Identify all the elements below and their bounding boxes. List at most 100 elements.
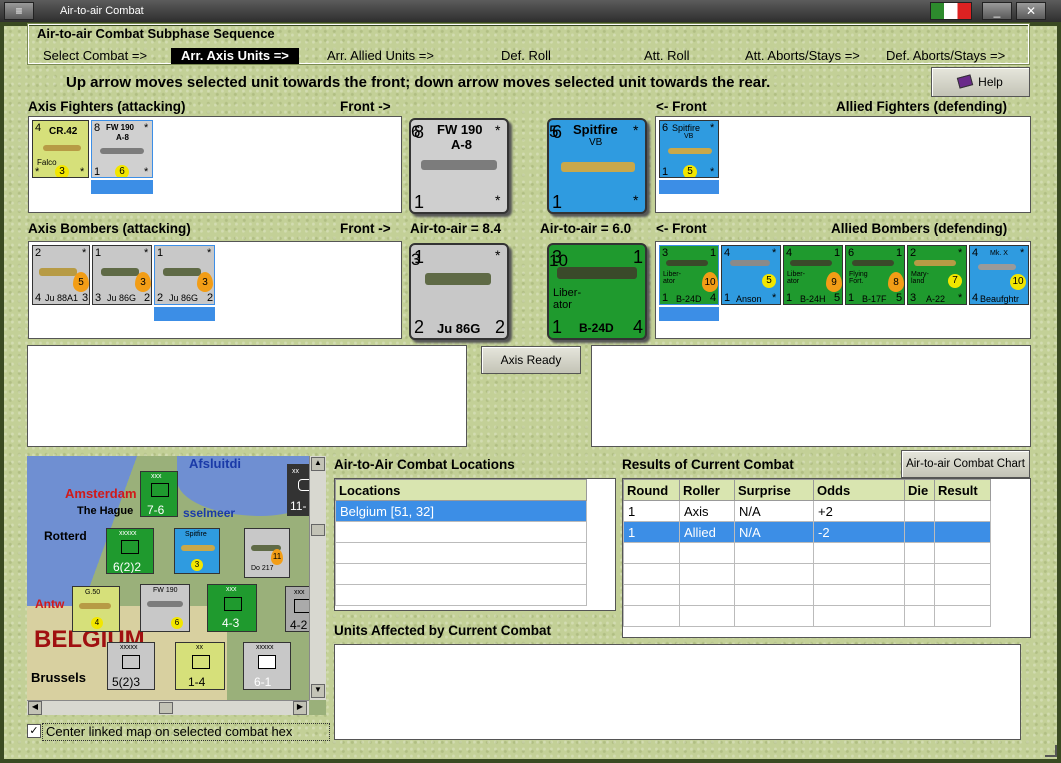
minimize-button[interactable]: _ xyxy=(982,2,1012,20)
unit-counter-selected[interactable]: 8 FW 190 A-8 * 1 6 * xyxy=(91,120,153,178)
map-counter[interactable]: xxx 4-3 xyxy=(207,584,257,632)
map-label: Amsterdam xyxy=(65,486,137,501)
unit-counter[interactable]: 4 1 Liber-ator 9 1 B-24H 5 xyxy=(783,245,843,305)
location-cell[interactable]: Belgium [51, 32] xyxy=(335,500,587,522)
center-map-label[interactable]: Center linked map on selected combat hex xyxy=(42,723,330,741)
map-counter[interactable]: Do 217 11 xyxy=(244,528,290,578)
map-counter[interactable]: xxx 7-6 xyxy=(140,471,178,517)
unit-counter[interactable]: 6 Spitfire VB * 1 5 * xyxy=(659,120,719,178)
table-row[interactable]: 1 Allied N/A -2 xyxy=(623,521,991,543)
table-row[interactable] xyxy=(335,521,587,543)
counter-top-right: 1 xyxy=(834,247,841,259)
axis-bomber-front-counter[interactable]: 1 * 3 2 Ju 86G 2 xyxy=(409,243,509,340)
counter-name: B-24H xyxy=(800,294,826,304)
column-header-die[interactable]: Die xyxy=(904,479,935,501)
map-counter-value: 4 xyxy=(91,617,103,629)
map-label: Brussels xyxy=(31,670,86,685)
counter-top-right: * xyxy=(144,122,149,134)
map-vertical-scrollbar[interactable]: ▲ ▼ xyxy=(309,456,326,700)
map-counter[interactable]: FW 190 6 xyxy=(140,584,190,632)
counter-sub: Mk. X xyxy=(990,250,1008,257)
unit-counter[interactable]: 2 * 5 4 Ju 88A1 3 xyxy=(32,245,90,305)
selection-bar xyxy=(154,307,215,321)
map-counter[interactable]: xxxxx 5(2)3 xyxy=(107,642,155,690)
table-row[interactable] xyxy=(623,605,991,627)
locations-list[interactable]: Locations Belgium [51, 32] xyxy=(334,478,616,611)
allied-bomber-front-counter[interactable]: 3 1 Liber-ator 10 1 B-24D 4 xyxy=(547,243,647,340)
column-header-odds[interactable]: Odds xyxy=(813,479,905,501)
air-to-air-chart-button[interactable]: Air-to-air Combat Chart xyxy=(901,450,1030,478)
table-row[interactable] xyxy=(335,563,587,585)
unit-counter[interactable]: 6 1 Flying Fort. 8 1 B-17F 5 xyxy=(845,245,905,305)
title-bar: Air-to-air Combat ≡ _ ✕ xyxy=(0,0,1061,22)
table-row[interactable] xyxy=(623,584,991,606)
scroll-down-arrow-icon[interactable]: ▼ xyxy=(311,684,325,698)
map-counter-value: 3 xyxy=(191,559,203,571)
unit-counter[interactable]: 1 * 3 3 Ju 86G 2 xyxy=(92,245,152,305)
plane-icon xyxy=(39,268,77,276)
map-counter[interactable]: G.50 4 xyxy=(72,586,120,632)
unit-counter[interactable]: 2 * Mary-land 7 3 A-22 * xyxy=(907,245,967,305)
scroll-right-arrow-icon[interactable]: ▶ xyxy=(293,701,307,715)
table-row[interactable] xyxy=(623,563,991,585)
center-map-checkbox[interactable]: ✓ xyxy=(27,724,41,738)
axis-ready-button[interactable]: Axis Ready xyxy=(481,346,581,374)
axis-fighter-front-counter[interactable]: 8 FW 190 A-8 * 1 6 * xyxy=(409,118,509,214)
map-horizontal-scrollbar[interactable]: ◀ ▶ xyxy=(27,700,309,715)
scroll-left-arrow-icon[interactable]: ◀ xyxy=(28,701,42,715)
column-header-result[interactable]: Result xyxy=(934,479,991,501)
system-menu-button[interactable]: ≡ xyxy=(4,2,34,20)
plane-icon xyxy=(666,260,708,266)
locations-table: Locations Belgium [51, 32] xyxy=(335,479,587,606)
axis-fighters-box[interactable]: 4 CR.42 Falco * 3 * 8 FW 190 A-8 * 1 6 * xyxy=(28,116,402,213)
column-header-roller[interactable]: Roller xyxy=(679,479,735,501)
map-counter-name: xxxxx xyxy=(119,530,137,537)
selection-bar xyxy=(91,180,153,194)
map-counter-name: xx xyxy=(196,644,203,651)
axis-bombers-box[interactable]: 2 * 5 4 Ju 88A1 3 1 * 3 3 Ju 86G 2 1 * 3… xyxy=(28,241,402,339)
unit-counter-selected[interactable]: 3 1 Liber-ator 10 1 B-24D 4 xyxy=(659,245,719,305)
counter-sub: Falco xyxy=(37,158,57,167)
counter-top-left: 4 xyxy=(724,247,731,259)
unit-counter[interactable]: 4 CR.42 Falco * 3 * xyxy=(32,120,89,178)
big-sub: VB xyxy=(589,137,603,148)
resize-grip-icon[interactable] xyxy=(1045,745,1057,757)
unit-counter-selected[interactable]: 1 * 3 2 Ju 86G 2 xyxy=(154,245,215,305)
scroll-thumb[interactable] xyxy=(159,702,173,714)
counter-name: Ju 88A1 xyxy=(45,293,79,303)
table-row[interactable]: 1 Axis N/A +2 xyxy=(623,500,991,522)
column-header-round[interactable]: Round xyxy=(623,479,680,501)
allied-fighter-front-counter[interactable]: 6 Spitfire VB * 1 5 * xyxy=(547,118,647,214)
map-counter[interactable]: xxxxx 6-1 xyxy=(243,642,291,690)
help-button[interactable]: Help xyxy=(931,67,1030,97)
table-row[interactable] xyxy=(335,584,587,606)
counter-bottom-left: 2 xyxy=(157,292,164,304)
map-counter[interactable]: xxxxx 6(2)2 xyxy=(106,528,154,574)
seq-att-roll: Att. Roll xyxy=(644,48,690,63)
linked-map[interactable]: Afsluitdi Amsterdam The Hague sselmeer R… xyxy=(27,456,326,715)
affected-units-box[interactable] xyxy=(334,644,1021,740)
table-row[interactable]: Belgium [51, 32] xyxy=(335,500,587,522)
map-counter-name: G.50 xyxy=(85,589,101,596)
map-counter-name: FW 190 xyxy=(153,587,178,594)
big-sub: Liber-ator xyxy=(553,287,582,311)
plane-icon xyxy=(421,160,497,170)
column-header-surprise[interactable]: Surprise xyxy=(734,479,814,501)
locations-column-header[interactable]: Locations xyxy=(335,479,587,501)
scroll-up-arrow-icon[interactable]: ▲ xyxy=(311,457,325,471)
plane-icon xyxy=(668,148,712,154)
table-row[interactable] xyxy=(623,542,991,564)
unit-counter[interactable]: 4 * 5 1 Anson * xyxy=(721,245,781,305)
map-counter[interactable]: xx 1-4 xyxy=(175,642,225,690)
allied-bombers-box[interactable]: 3 1 Liber-ator 10 1 B-24D 4 4 * 5 1 Anso… xyxy=(655,241,1031,339)
allied-fighters-box[interactable]: 6 Spitfire VB * 1 5 * xyxy=(655,116,1031,213)
close-button[interactable]: ✕ xyxy=(1016,2,1046,20)
map-counter[interactable]: Spitfire 3 xyxy=(174,528,220,574)
counter-bottom-right: 3 xyxy=(82,292,89,304)
unit-counter[interactable]: 4 Mk. X * 10 4 Beaufghtr * xyxy=(969,245,1029,305)
seq-arr-axis-units: Arr. Axis Units => xyxy=(171,48,299,64)
scroll-thumb[interactable] xyxy=(311,524,325,536)
allied-bombers-header: Allied Bombers (defending) xyxy=(831,221,1008,236)
table-row[interactable] xyxy=(335,542,587,564)
results-list[interactable]: Round Roller Surprise Odds Die Result 1 … xyxy=(622,478,1031,638)
